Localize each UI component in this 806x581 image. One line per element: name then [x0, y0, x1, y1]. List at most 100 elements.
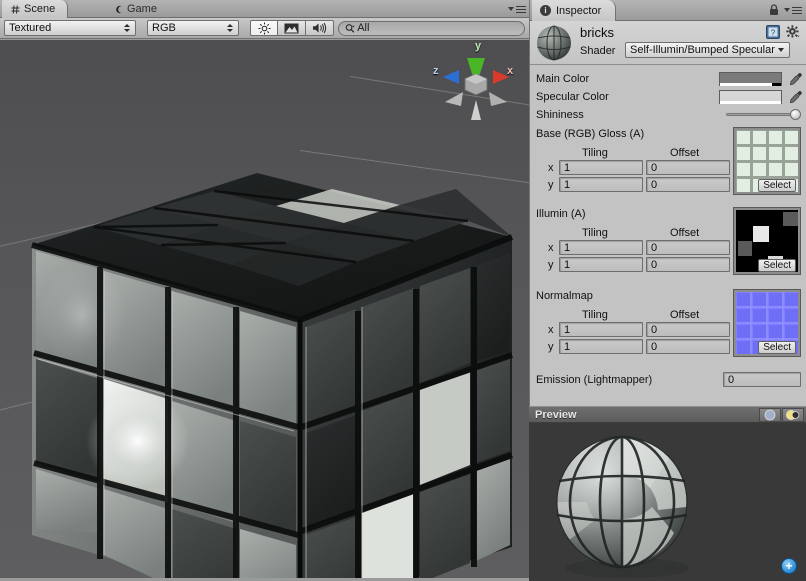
normalmap-x-label: x — [548, 324, 554, 336]
draw-mode-dropdown[interactable]: Textured — [4, 20, 136, 36]
base-map-texture-slot[interactable]: Select — [733, 127, 801, 195]
gear-settings-icon[interactable] — [786, 25, 800, 39]
specular-color-eyedropper-icon[interactable] — [789, 90, 803, 104]
property-base-map: Base (RGB) Gloss (A) Tiling Offset x y 1… — [530, 127, 806, 207]
value: 0 — [651, 242, 657, 254]
render-mode-value: RGB — [152, 22, 176, 34]
normalmap-y-label: y — [548, 341, 554, 353]
cube-object[interactable] — [22, 115, 522, 581]
lock-icon[interactable] — [769, 4, 779, 16]
shader-dropdown[interactable]: Self-Illumin/Bumped Specular — [625, 42, 790, 58]
emission-label: Emission (Lightmapper) — [536, 374, 652, 386]
label: Select — [763, 343, 791, 353]
tab-game[interactable]: Game — [105, 0, 169, 18]
grid-hash-icon — [11, 5, 20, 14]
normalmap-select-button[interactable]: Select — [758, 341, 796, 354]
emission-field[interactable]: 0 — [723, 372, 801, 387]
normalmap-tiling-x-field[interactable]: 1 — [559, 322, 643, 337]
search-input[interactable] — [357, 22, 518, 34]
image-fx-icon — [284, 23, 299, 34]
illumin-map-offset-label: Offset — [670, 227, 699, 239]
stepper-arrows-icon — [124, 24, 130, 32]
base-map-offset-x-field[interactable]: 0 — [646, 160, 730, 175]
illumin-map-label: Illumin (A) — [536, 208, 586, 220]
sun-light-icon — [258, 22, 271, 35]
base-map-x-label: x — [548, 162, 554, 174]
help-book-icon[interactable]: ? — [766, 25, 780, 39]
main-color-swatch[interactable] — [719, 72, 782, 86]
preview-sphere-render — [529, 423, 806, 581]
base-map-offset-y-field[interactable]: 0 — [646, 177, 730, 192]
tab-scene-label: Scene — [24, 3, 55, 15]
preview-viewport[interactable]: + — [529, 423, 806, 581]
specular-color-swatch[interactable] — [719, 90, 782, 104]
hamburger-menu-icon — [516, 6, 526, 13]
axis-gizmo-icon — [431, 40, 521, 126]
illumin-map-offset-y-field[interactable]: 0 — [646, 257, 730, 272]
illumin-map-select-button[interactable]: Select — [758, 259, 796, 272]
scene-tabbar: Scene Game — [0, 0, 529, 18]
illumin-map-tiling-y-field[interactable]: 1 — [559, 257, 643, 272]
normalmap-offset-label: Offset — [670, 309, 699, 321]
preview-environment-button[interactable] — [782, 408, 804, 422]
scene-search-field[interactable] — [338, 21, 525, 36]
preview-env-toggle-icon — [786, 409, 800, 421]
tab-scene[interactable]: Scene — [2, 0, 68, 18]
normalmap-texture-slot[interactable]: Select — [733, 289, 801, 357]
chevron-down-icon — [778, 48, 784, 52]
main-color-label: Main Color — [536, 73, 589, 85]
scene-panel-menu-button[interactable] — [508, 3, 526, 15]
property-emission: Emission (Lightmapper) 0 — [530, 371, 806, 393]
scene-viewport[interactable]: y x z — [0, 40, 529, 581]
base-map-offset-label: Offset — [670, 147, 699, 159]
normalmap-offset-y-field[interactable]: 0 — [646, 339, 730, 354]
base-map-select-button[interactable]: Select — [758, 179, 796, 192]
gamepad-icon — [114, 5, 123, 14]
illumin-map-tiling-x-field[interactable]: 1 — [559, 240, 643, 255]
toggle-audio-button[interactable] — [306, 20, 334, 36]
scene-panel: Scene Game Textured RGB — [0, 0, 529, 581]
render-mode-dropdown[interactable]: RGB — [147, 20, 239, 36]
value: 0 — [651, 179, 657, 191]
material-name: bricks — [580, 25, 614, 40]
normalmap-label: Normalmap — [536, 290, 593, 302]
value: 1 — [564, 179, 570, 191]
normalmap-tiling-label: Tiling — [582, 309, 608, 321]
normalmap-tiling-y-field[interactable]: 1 — [559, 339, 643, 354]
info-circle-icon: i — [540, 5, 551, 16]
shininess-slider-track[interactable] — [726, 113, 796, 116]
illumin-map-offset-x-field[interactable]: 0 — [646, 240, 730, 255]
scene-axis-gizmo[interactable]: y x z — [431, 40, 521, 126]
gizmo-z-label: z — [433, 65, 439, 77]
illumin-map-tiling-label: Tiling — [582, 227, 608, 239]
toggle-skybox-fx-button[interactable] — [278, 20, 306, 36]
illumin-map-y-label: y — [548, 259, 554, 271]
tab-inspector[interactable]: i Inspector — [532, 0, 616, 21]
property-shininess: Shininess — [530, 107, 806, 127]
illumin-map-texture-slot[interactable]: Select — [733, 207, 801, 275]
value: 1 — [564, 259, 570, 271]
base-map-tiling-y-field[interactable]: 1 — [559, 177, 643, 192]
label: Select — [763, 261, 791, 271]
toggle-lighting-button[interactable] — [250, 20, 278, 36]
search-magnifier-icon — [345, 23, 355, 34]
value: 1 — [564, 324, 570, 336]
tab-inspector-label: Inspector — [556, 5, 601, 17]
inspector-menu-button[interactable] — [784, 7, 802, 14]
preview-lighting-sphere-icon — [764, 409, 776, 421]
base-map-tiling-x-field[interactable]: 1 — [559, 160, 643, 175]
normalmap-offset-x-field[interactable]: 0 — [646, 322, 730, 337]
value: 0 — [728, 374, 734, 386]
inspector-tabbar: i Inspector — [530, 0, 806, 21]
material-preview-thumbnail — [536, 25, 572, 61]
preview-header[interactable]: Preview — [529, 406, 806, 423]
hamburger-menu-icon — [792, 7, 802, 14]
value: 0 — [651, 162, 657, 174]
svg-text:?: ? — [771, 29, 776, 38]
main-color-eyedropper-icon[interactable] — [789, 72, 803, 86]
shininess-slider-knob[interactable] — [790, 109, 801, 120]
base-map-label: Base (RGB) Gloss (A) — [536, 128, 644, 140]
preview-lighting-button[interactable] — [759, 408, 781, 422]
add-plus-icon[interactable]: + — [781, 558, 797, 574]
value: 0 — [651, 341, 657, 353]
